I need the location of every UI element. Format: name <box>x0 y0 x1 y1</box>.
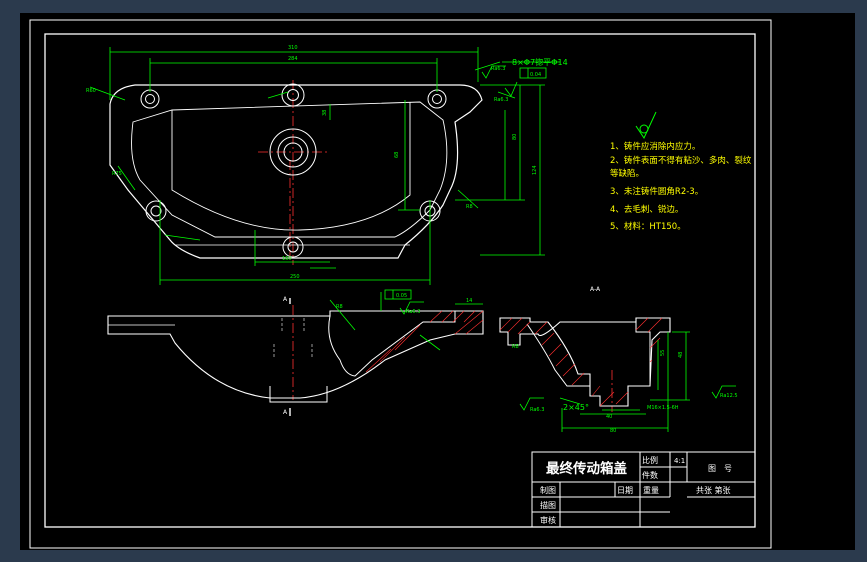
dim-height-overall: 124 <box>532 165 538 175</box>
dim-bottom-mid: 160 <box>282 256 292 262</box>
weight-label: 重量 <box>643 485 659 495</box>
dim-radius-c: R8 <box>466 204 473 210</box>
roughness-b: Ra6.3 <box>494 97 508 103</box>
roughness-d: Ra6.3 <box>530 407 544 413</box>
dim-height-short: 38 <box>322 110 328 116</box>
dim-bottom-overall: 250 <box>290 274 300 280</box>
note-line-3: 等缺陷。 <box>610 168 644 179</box>
sheets-label: 共张 第张 <box>696 485 731 495</box>
thread-callout: M16×1.5-6H <box>647 405 679 411</box>
title-block-title: 最终传动箱盖 <box>546 460 627 477</box>
roughness-e: Ra12.5 <box>720 393 738 399</box>
date-label: 日期 <box>617 486 633 495</box>
roughness-c: Ra6.3 <box>406 309 420 315</box>
flatness-tol: 0.04 <box>530 72 541 78</box>
dim-top-inner: 284 <box>288 56 298 62</box>
note-line-2: 2、铸件表面不得有粘沙、多肉、裂纹 <box>610 155 752 166</box>
hole-note: 8×Φ7锪平Φ14 <box>512 57 568 67</box>
cad-drawing-canvas: 310 284 250 160 R60 R75 R8 124 80 68 38 … <box>20 13 855 550</box>
scale-value: 4:1 <box>674 457 685 465</box>
dim-radius-b: R75 <box>112 171 122 177</box>
dim-height-inner: 80 <box>512 134 518 140</box>
row-check: 审核 <box>540 515 556 525</box>
note-line-1: 1、铸件应消除内应力。 <box>610 141 700 152</box>
dim-top-overall: 310 <box>288 45 298 51</box>
dim-flange-thickness: 14 <box>466 298 472 304</box>
flatness-tol-b: 0.05 <box>396 293 407 299</box>
dim-radius-a: R60 <box>86 88 96 94</box>
dim-section-bore: 40 <box>606 414 612 420</box>
row-trace: 描图 <box>540 500 556 510</box>
dim-section-rib: R8 <box>512 344 519 350</box>
chamfer-callout: 2×45° <box>563 403 589 412</box>
dim-radius-front: R8 <box>336 304 343 310</box>
dim-section-height: 48 <box>678 352 684 358</box>
dim-section-height-b: 55 <box>660 350 666 356</box>
row-draw: 制图 <box>540 485 556 495</box>
count-label: 件数 <box>642 470 658 480</box>
note-line-4: 3、未注铸件圆角R2-3。 <box>610 186 703 197</box>
dim-section-width: 80 <box>610 428 616 434</box>
note-line-5: 4、去毛刺、锐边。 <box>610 204 683 215</box>
section-title: A-A <box>590 286 601 293</box>
roughness-a: Ra6.3 <box>491 66 505 72</box>
note-line-6: 5、材料：HT150。 <box>610 221 686 232</box>
drawing-number-label: 图 号 <box>708 464 732 473</box>
scale-label: 比例 <box>642 455 658 465</box>
dim-height-mid: 68 <box>394 152 400 158</box>
